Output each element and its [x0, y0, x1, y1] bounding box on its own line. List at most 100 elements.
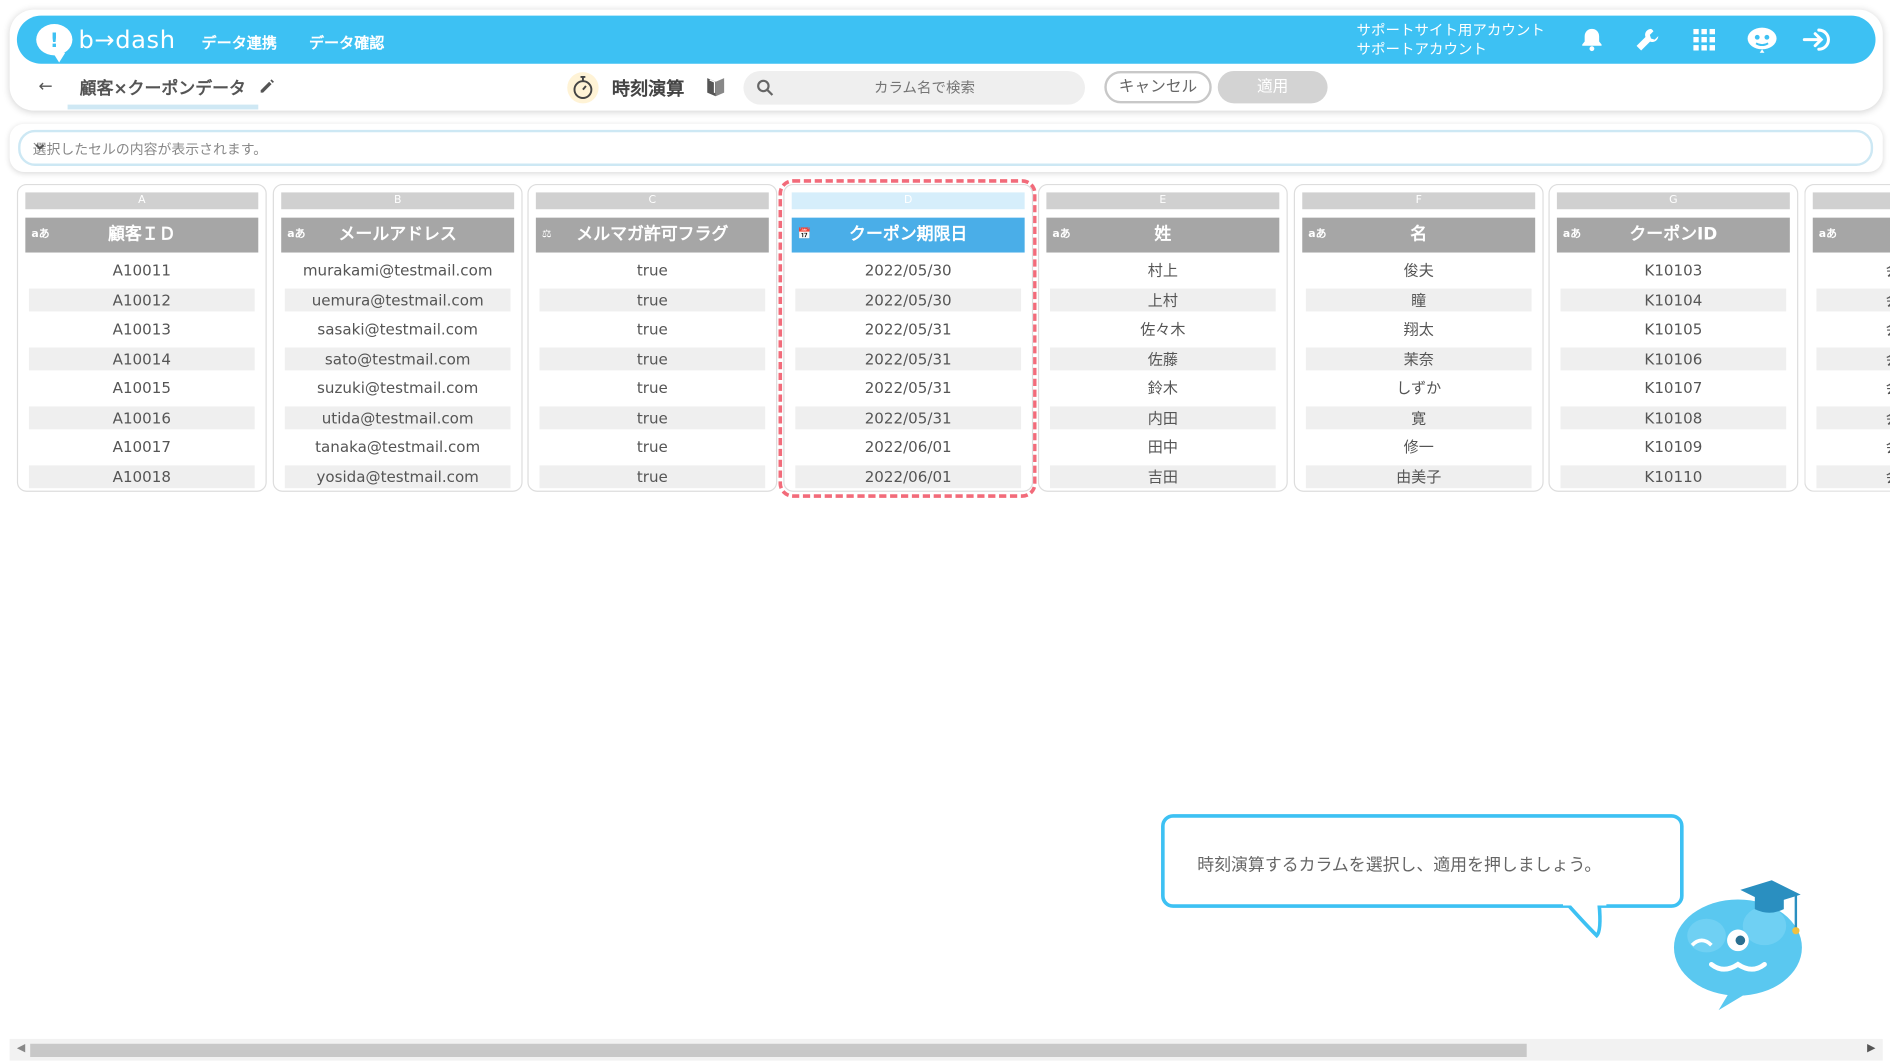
- column-letter: G: [1556, 192, 1790, 210]
- grid-icon[interactable]: [1690, 25, 1719, 54]
- nav-data-integration[interactable]: データ連携: [202, 30, 277, 53]
- table-cell[interactable]: true: [539, 376, 765, 399]
- column-name: クーポンID: [1629, 224, 1718, 245]
- table-cell[interactable]: K10108: [1560, 405, 1787, 429]
- table-cell[interactable]: K10105: [1561, 317, 1787, 340]
- column-header[interactable]: aあ 名: [1302, 217, 1536, 253]
- account-info[interactable]: サポートサイト用アカウント サポートアカウント: [1357, 20, 1545, 58]
- table-cell[interactable]: true: [539, 464, 766, 488]
- chevron-down-icon[interactable]: [33, 139, 1857, 157]
- apply-button[interactable]: 適用: [1217, 70, 1328, 104]
- column-H[interactable]: aあ会会会会会会会会: [1804, 183, 1890, 492]
- wrench-icon[interactable]: [1633, 25, 1662, 54]
- beginner-mark-icon[interactable]: [706, 76, 725, 102]
- search-input[interactable]: [779, 70, 1070, 105]
- table-cell[interactable]: A10012: [28, 287, 255, 311]
- column-F[interactable]: Faあ 名俊夫瞳翔太 茉奈 しずか寛修一 由美子: [1293, 183, 1544, 492]
- table-cell[interactable]: 会: [1816, 376, 1890, 399]
- cell-preview-field[interactable]: 選択したセルの内容が表示されます。: [18, 129, 1874, 166]
- nav-data-check[interactable]: データ確認: [309, 30, 384, 53]
- column-A[interactable]: Aaあ 顧客ＩＤ A10011 A10012 A10013 A10014 A10015 A10…: [16, 183, 267, 492]
- table-cell[interactable]: A10013: [29, 317, 255, 340]
- table-cell[interactable]: 翔太: [1306, 317, 1532, 340]
- table-cell[interactable]: 会: [1816, 346, 1890, 370]
- column-B[interactable]: Baあ メールアドレス murakami@testmail.com uemura@te…: [272, 183, 523, 492]
- scrollbar-thumb[interactable]: [30, 1043, 1527, 1057]
- table-cell[interactable]: 修一: [1306, 435, 1532, 458]
- table-cell[interactable]: murakami@testmail.com: [285, 259, 511, 282]
- table-cell[interactable]: true: [539, 405, 766, 429]
- table-cell[interactable]: K10103: [1561, 259, 1787, 282]
- table-cell[interactable]: 村上: [1050, 259, 1276, 282]
- table-cell[interactable]: A10015: [29, 376, 255, 399]
- table-cell[interactable]: 鈴木: [1050, 376, 1276, 399]
- table-cell[interactable]: true: [539, 346, 766, 370]
- table-cell[interactable]: 瞳: [1305, 287, 1532, 311]
- column-C[interactable]: C ⚖ メルマガ許可フラグ true true true true true true true t…: [527, 183, 778, 492]
- table-cell[interactable]: sasaki@testmail.com: [285, 317, 511, 340]
- bell-icon[interactable]: [1577, 25, 1606, 54]
- horizontal-scrollbar[interactable]: ◀ ▶: [9, 1038, 1883, 1061]
- column-header[interactable]: aあ クーポンID: [1556, 217, 1790, 253]
- column-type-icon: ⚖: [541, 228, 552, 241]
- table-cell[interactable]: 会: [1816, 259, 1890, 282]
- table-cell[interactable]: K10110: [1560, 464, 1787, 488]
- table-cell[interactable]: utida@testmail.com: [284, 405, 511, 429]
- brand-logo[interactable]: ! b→dash: [36, 24, 175, 63]
- table-cell[interactable]: A10017: [29, 435, 255, 458]
- column-header[interactable]: aあ 顧客ＩＤ: [25, 217, 259, 253]
- table-cell[interactable]: 会: [1816, 317, 1890, 340]
- table-cell[interactable]: 吉田: [1050, 464, 1276, 488]
- table-cell[interactable]: uemura@testmail.com: [284, 287, 511, 311]
- table-cell[interactable]: A10018: [28, 464, 255, 488]
- table-cell[interactable]: 茉奈: [1305, 346, 1532, 370]
- logout-icon[interactable]: [1801, 25, 1835, 54]
- column-E[interactable]: Eaあ 姓村上上村佐々木佐藤鈴木内田田中吉田: [1037, 183, 1288, 492]
- table-cell[interactable]: しずか: [1306, 376, 1532, 399]
- table-cell[interactable]: K10104: [1560, 287, 1787, 311]
- table-cell[interactable]: 佐々木: [1050, 317, 1276, 340]
- table-cell[interactable]: tanaka@testmail.com: [285, 435, 511, 458]
- table-cell[interactable]: A10016: [28, 405, 255, 429]
- table-cell[interactable]: K10109: [1561, 435, 1787, 458]
- column-letter: E: [1046, 192, 1280, 210]
- selected-column-highlight: [778, 179, 1037, 498]
- column-search[interactable]: [743, 70, 1086, 105]
- table-cell[interactable]: K10107: [1561, 376, 1787, 399]
- table-cell[interactable]: 上村: [1050, 287, 1276, 311]
- table-cell[interactable]: 会: [1816, 435, 1890, 458]
- table-cell[interactable]: 佐藤: [1050, 346, 1276, 370]
- scroll-right-arrow[interactable]: ▶: [1867, 1043, 1875, 1055]
- table-cell[interactable]: suzuki@testmail.com: [285, 376, 511, 399]
- table-cell[interactable]: true: [539, 317, 765, 340]
- scroll-left-arrow[interactable]: ◀: [17, 1043, 25, 1055]
- table-cell[interactable]: A10014: [28, 346, 255, 370]
- column-header[interactable]: aあ メールアドレス: [281, 217, 515, 253]
- operation-title: 時刻演算: [611, 78, 685, 100]
- pencil-icon[interactable]: [258, 77, 275, 100]
- table-cell[interactable]: 田中: [1050, 435, 1276, 458]
- table-cell[interactable]: K10106: [1560, 346, 1787, 370]
- table-cell[interactable]: 会: [1816, 464, 1890, 488]
- mascot-face-icon[interactable]: [1745, 25, 1779, 54]
- table-cell[interactable]: sato@testmail.com: [284, 346, 511, 370]
- table-cell[interactable]: 会: [1816, 287, 1890, 311]
- mascot-icon: [1673, 880, 1802, 1011]
- back-button[interactable]: ←: [39, 77, 53, 96]
- table-cell[interactable]: 内田: [1050, 405, 1276, 429]
- table-cell[interactable]: 由美子: [1305, 464, 1532, 488]
- column-G[interactable]: Gaあ クーポンID K10103 K10104 K10105 K10106 K10107 K…: [1548, 183, 1799, 492]
- column-header[interactable]: aあ: [1812, 217, 1890, 253]
- column-header[interactable]: aあ 姓: [1046, 217, 1280, 253]
- table-cell[interactable]: true: [539, 259, 765, 282]
- table-cell[interactable]: true: [539, 287, 766, 311]
- table-cell[interactable]: true: [539, 435, 765, 458]
- column-header[interactable]: ⚖ メルマガ許可フラグ: [535, 217, 769, 253]
- table-cell[interactable]: A10011: [29, 259, 255, 282]
- table-cell[interactable]: yosida@testmail.com: [284, 464, 511, 488]
- table-cell[interactable]: 会: [1816, 405, 1890, 429]
- account-line-1: サポートサイト用アカウント: [1356, 21, 1545, 39]
- table-cell[interactable]: 俊夫: [1306, 259, 1532, 282]
- table-cell[interactable]: 寛: [1305, 405, 1532, 429]
- cancel-button[interactable]: キャンセル: [1104, 70, 1212, 104]
